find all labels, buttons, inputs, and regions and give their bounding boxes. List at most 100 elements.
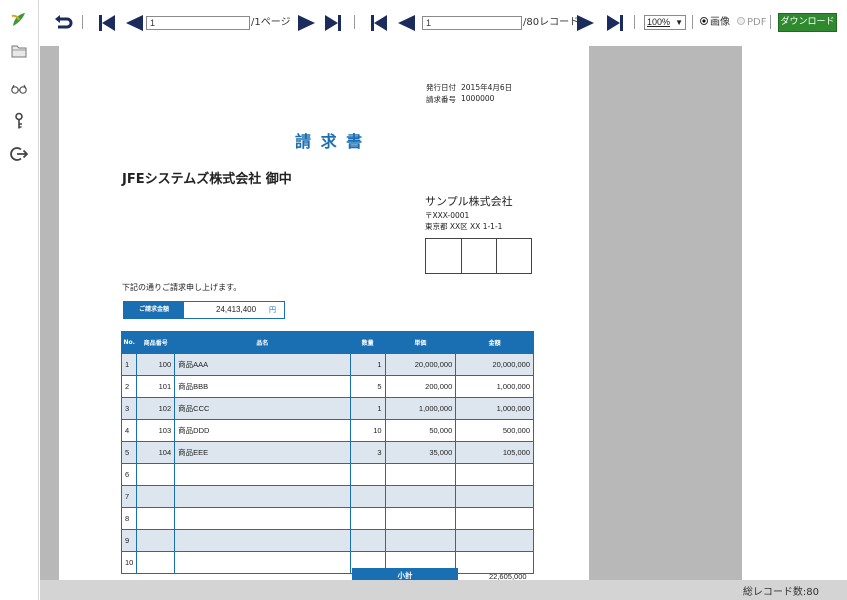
table-cell: 10 [349,419,386,442]
subtotal-value: 22,605,000 [489,572,527,580]
undo-icon[interactable] [54,14,74,32]
table-cell [136,551,176,574]
table-cell [455,463,534,486]
record-number-input[interactable] [422,16,522,30]
first-record-icon[interactable] [370,14,388,32]
toolbar-separator [354,15,355,29]
stamp-box [425,238,532,274]
table-cell [384,529,457,552]
toolbar: /1ページ /80レコード 100% ▼ 画像 PDF ダウンロード [40,0,847,46]
pdf-mode-label: PDF [747,17,767,28]
table-cell [384,507,457,530]
toolbar-separator [770,15,771,29]
pdf-mode-radio[interactable] [737,17,745,25]
zoom-value: 100% [647,17,671,27]
document-viewer[interactable]: 発行日付 2015年4月6日 請求番号 1000000 請 求 書 JFEシステ… [40,46,742,580]
table-cell: 商品BBB [174,375,351,398]
last-page-icon[interactable] [324,14,342,32]
items-table: No. 商品番号 品名 数量 単価 金額 1 100 商品AAA 1 20,000,00… [120,331,534,574]
table-row: 8 [120,507,534,530]
table-cell: 50,000 [384,419,457,442]
status-bar: 総レコード数:80 [40,580,847,600]
page-total-label: /1ページ [251,17,291,28]
table-cell: 35,000 [384,441,457,464]
toolbar-separator [82,15,83,29]
table-row: 6 [120,463,534,486]
table-cell: 5 [349,375,386,398]
table-cell: 102 [136,397,176,420]
prev-record-icon[interactable] [396,14,416,32]
zoom-select[interactable]: 100% ▼ [644,15,686,30]
table-cell: 1 [349,397,386,420]
column-header: No. [120,331,138,354]
next-record-icon[interactable] [576,14,596,32]
recipient-name: JFEシステムズ株式会社 御中 [122,172,292,187]
table-cell [136,485,176,508]
issue-date-label: 発行日付 [426,83,456,92]
glasses-icon[interactable] [10,80,28,98]
invoice-title: 請 求 書 [295,132,365,151]
table-cell: 200,000 [384,375,457,398]
table-cell: 101 [136,375,176,398]
table-cell [349,507,386,530]
table-row: 1 100 商品AAA 1 20,000,000 20,000,000 [120,353,534,376]
table-cell: 1,000,000 [384,397,457,420]
table-cell [384,463,457,486]
table-cell [455,485,534,508]
table-cell [349,529,386,552]
first-page-icon[interactable] [98,14,116,32]
last-record-icon[interactable] [606,14,624,32]
table-cell: 4 [120,419,138,442]
table-cell: 100 [136,353,176,376]
sidebar [0,0,39,600]
chevron-down-icon: ▼ [675,18,683,27]
table-cell [455,507,534,530]
amount-label: ご請求金額 [124,302,184,318]
table-cell: 105,000 [455,441,534,464]
table-cell: 7 [120,485,138,508]
key-icon[interactable] [10,112,28,130]
image-mode-label: 画像 [710,17,730,28]
table-cell [349,485,386,508]
table-row: 4 103 商品DDD 10 50,000 500,000 [120,419,534,442]
table-cell [174,463,351,486]
table-cell: 2 [120,375,138,398]
subtotal-label: 小計 [352,568,458,580]
toolbar-separator [692,15,693,29]
image-mode-radio[interactable] [700,17,708,25]
table-cell [455,529,534,552]
table-cell [136,507,176,530]
table-cell: 9 [120,529,138,552]
issuer-zip: 〒XXX-0001 [425,211,470,220]
download-button[interactable]: ダウンロード [778,13,837,32]
table-cell: 商品DDD [174,419,351,442]
table-cell: 商品EEE [174,441,351,464]
logo-icon[interactable] [10,10,28,28]
amount-box: ご請求金額 24,413,400 円 [123,301,285,319]
table-cell: 20,000,000 [384,353,457,376]
table-cell: 103 [136,419,176,442]
table-cell: 3 [349,441,386,464]
table-cell [174,507,351,530]
table-cell [174,529,351,552]
table-cell: 1,000,000 [455,397,534,420]
invoice-number-label: 請求番号 [426,95,456,104]
prev-page-icon[interactable] [124,14,144,32]
table-cell [349,463,386,486]
logout-icon[interactable] [10,145,28,163]
table-cell: 10 [120,551,138,574]
toolbar-separator [634,15,635,29]
page-number-input[interactable] [146,16,250,30]
column-header: 数量 [349,331,386,354]
table-cell [136,463,176,486]
table-cell: 1 [120,353,138,376]
column-header: 単価 [384,331,457,354]
invoice-number: 1000000 [461,94,495,103]
table-row: 10 [120,551,534,574]
folder-icon[interactable] [10,42,28,60]
invoice-page: 発行日付 2015年4月6日 請求番号 1000000 請 求 書 JFEシステ… [59,46,589,580]
table-cell: 5 [120,441,138,464]
table-row: 3 102 商品CCC 1 1,000,000 1,000,000 [120,397,534,420]
table-cell [136,529,176,552]
next-page-icon[interactable] [297,14,317,32]
